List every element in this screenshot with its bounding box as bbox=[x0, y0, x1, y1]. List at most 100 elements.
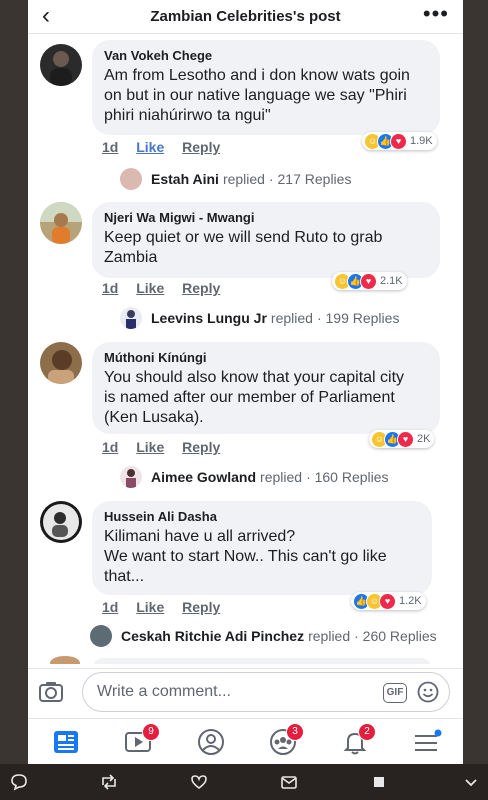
groups-badge: 3 bbox=[286, 723, 304, 741]
comment-actions: 1d Like Reply bbox=[102, 439, 234, 455]
viewer-toolbar bbox=[0, 764, 488, 800]
avatar[interactable] bbox=[40, 501, 82, 543]
comment-actions: 1d Like Reply bbox=[102, 139, 234, 155]
replies-link[interactable]: Aimee Gowland replied · 160 Replies bbox=[120, 466, 389, 488]
retweet-icon[interactable] bbox=[100, 773, 118, 791]
phone-screen: ‹ Zambian Celebrities's post ••• Van Vok… bbox=[28, 0, 463, 764]
comment-author[interactable]: Hussein Ali Dasha bbox=[104, 509, 420, 524]
reaction-summary[interactable]: ☺ 👍 ♥ 2K bbox=[369, 430, 435, 448]
comment-text: Kilimani have u all arrived? bbox=[104, 528, 296, 545]
comment-bubble bbox=[92, 658, 432, 664]
profile-icon bbox=[198, 729, 224, 755]
heart-icon[interactable] bbox=[190, 773, 208, 791]
like-button[interactable]: Like bbox=[136, 439, 164, 455]
tab-groups[interactable]: 3 bbox=[268, 723, 304, 757]
comment-bubble: Van Vokeh Chege Am from Lesotho and i do… bbox=[92, 40, 440, 135]
love-icon: ♥ bbox=[360, 272, 377, 290]
comment-text: You should also know that your capital c… bbox=[104, 369, 405, 386]
chevron-down-icon[interactable] bbox=[462, 773, 480, 791]
emoji-icon[interactable] bbox=[417, 681, 439, 703]
reaction-summary[interactable]: 👍 ☺ ♥ 1.2K bbox=[351, 592, 426, 610]
header: ‹ Zambian Celebrities's post ••• bbox=[28, 0, 463, 34]
comment-author[interactable]: Múthoni Kínúngi bbox=[104, 350, 428, 365]
comment-composer: Write a comment... GIF bbox=[28, 668, 463, 717]
avatar bbox=[120, 307, 142, 329]
replier-name: Leevins Lungu Jr bbox=[151, 310, 267, 326]
avatar[interactable] bbox=[40, 202, 82, 244]
comment-actions: 1d Like Reply bbox=[102, 599, 234, 615]
like-button[interactable]: Like bbox=[136, 599, 164, 615]
gif-icon[interactable]: GIF bbox=[383, 683, 407, 703]
comment-bubble-icon[interactable] bbox=[10, 773, 28, 791]
comment-time: 1d bbox=[102, 439, 119, 455]
like-button[interactable]: Like bbox=[136, 280, 164, 296]
comment-time: 1d bbox=[102, 280, 119, 296]
camera-icon[interactable] bbox=[38, 679, 64, 705]
reaction-count: 2.1K bbox=[380, 275, 403, 287]
love-icon: ♥ bbox=[379, 592, 396, 610]
reply-count: · 217 Replies bbox=[268, 171, 352, 187]
like-button[interactable]: Like bbox=[136, 139, 164, 155]
replier-name: Ceskah Ritchie Adi Pinchez bbox=[121, 628, 305, 644]
replied-label: replied bbox=[260, 469, 303, 485]
comment-actions: 1d Like Reply bbox=[102, 280, 234, 296]
replier-name: Aimee Gowland bbox=[151, 469, 257, 485]
news-feed-icon bbox=[54, 731, 78, 753]
reply-count: · 199 Replies bbox=[316, 310, 400, 326]
replies-link[interactable]: Leevins Lungu Jr replied · 199 Replies bbox=[120, 307, 399, 329]
replies-link[interactable]: Ceskah Ritchie Adi Pinchez replied · 260… bbox=[90, 625, 437, 647]
comment-feed: Van Vokeh Chege Am from Lesotho and i do… bbox=[28, 34, 463, 664]
reaction-summary[interactable]: ☺ 👍 ♥ 2.1K bbox=[332, 272, 407, 290]
tab-profile[interactable] bbox=[196, 727, 226, 757]
back-icon[interactable]: ‹ bbox=[42, 3, 50, 29]
image-icon[interactable] bbox=[370, 773, 388, 791]
comment-author[interactable]: Van Vokeh Chege bbox=[104, 48, 428, 63]
reply-count: · 160 Replies bbox=[306, 469, 389, 485]
tab-menu[interactable] bbox=[412, 727, 442, 757]
reply-count: · 260 Replies bbox=[354, 628, 437, 644]
love-icon: ♥ bbox=[390, 132, 407, 150]
tab-watch[interactable]: 9 bbox=[124, 723, 160, 757]
reaction-count: 1.2K bbox=[399, 595, 422, 607]
tab-news-feed[interactable] bbox=[52, 727, 82, 757]
comment-text: Keep quiet or we will send Ruto to grab bbox=[104, 229, 383, 246]
reply-button[interactable]: Reply bbox=[182, 280, 220, 296]
replied-label: replied bbox=[270, 310, 313, 326]
avatar bbox=[120, 466, 142, 488]
avatar bbox=[120, 168, 142, 190]
page-title: Zambian Celebrities's post bbox=[150, 8, 341, 25]
comment-time: 1d bbox=[102, 599, 119, 615]
reaction-count: 2K bbox=[417, 433, 431, 445]
comment-text: on but in our native language we say "Ph… bbox=[104, 87, 407, 104]
comment-text: Am from Lesotho and i don know wats goin bbox=[104, 67, 410, 84]
reply-button[interactable]: Reply bbox=[182, 599, 220, 615]
comment-text: is named after our member of Parliament bbox=[104, 389, 395, 406]
menu-icon bbox=[415, 729, 442, 751]
reaction-count: 1.9K bbox=[410, 135, 433, 147]
love-icon: ♥ bbox=[397, 430, 414, 448]
more-options-icon[interactable]: ••• bbox=[423, 2, 449, 26]
comment-text: that... bbox=[104, 568, 145, 585]
mail-icon[interactable] bbox=[280, 773, 298, 791]
comment-time: 1d bbox=[102, 139, 119, 155]
reply-button[interactable]: Reply bbox=[182, 439, 220, 455]
comment-text: phiri niahúrirwo ta ngui" bbox=[104, 107, 271, 124]
avatar[interactable] bbox=[40, 44, 82, 86]
notifications-badge: 2 bbox=[358, 723, 376, 741]
replies-link[interactable]: Estah Aini replied · 217 Replies bbox=[120, 168, 351, 190]
watch-badge: 9 bbox=[142, 723, 160, 741]
comment-input[interactable]: Write a comment... GIF bbox=[82, 672, 450, 712]
replied-label: replied bbox=[308, 628, 351, 644]
replier-name: Estah Aini bbox=[151, 171, 219, 187]
bottom-tab-bar: 9 3 2 bbox=[28, 718, 463, 764]
comment-placeholder: Write a comment... bbox=[97, 683, 231, 700]
comment-author[interactable]: Njeri Wa Migwi - Mwangi bbox=[104, 210, 428, 225]
avatar[interactable] bbox=[40, 342, 82, 384]
replied-label: replied bbox=[222, 171, 265, 187]
reaction-summary[interactable]: ☺ 👍 ♥ 1.9K bbox=[362, 132, 437, 150]
reply-button[interactable]: Reply bbox=[182, 139, 220, 155]
comment-bubble: Njeri Wa Migwi - Mwangi Keep quiet or we… bbox=[92, 202, 440, 278]
tab-notifications[interactable]: 2 bbox=[340, 723, 376, 757]
comment-bubble: Hussein Ali Dasha Kilimani have u all ar… bbox=[92, 501, 432, 595]
avatar bbox=[50, 656, 80, 664]
